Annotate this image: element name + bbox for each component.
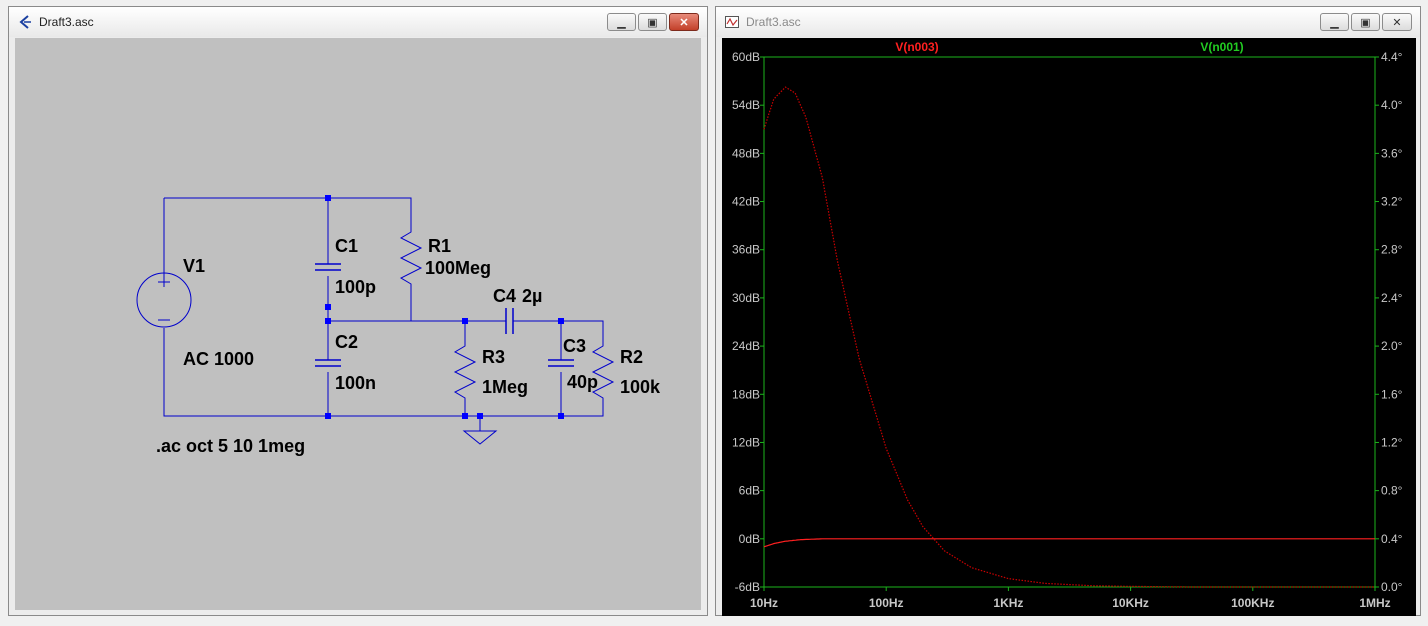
close-icon: ✕ (1392, 16, 1402, 29)
right-tick-label: 2.0° (1381, 339, 1403, 353)
capacitor-c1[interactable] (315, 263, 341, 271)
right-tick-label: 3.2° (1381, 195, 1403, 209)
restore-icon: ▣ (647, 16, 658, 29)
voltage-source-v1[interactable] (136, 272, 192, 328)
c3-name-label: C3 (563, 336, 586, 356)
left-axis-ticks: 60dB 54dB 48dB 42dB 36dB 30dB 24dB 18dB 12dB 6dB 0… (732, 50, 764, 594)
x-tick-label: 1KHz (993, 596, 1023, 610)
capacitor-c2[interactable] (315, 359, 341, 367)
right-tick-label: 0.4° (1381, 532, 1403, 546)
right-tick-label: 2.8° (1381, 243, 1403, 257)
v1-name-label: V1 (183, 256, 205, 276)
capacitor-c4[interactable] (505, 308, 514, 334)
x-tick-label: 1MHz (1359, 596, 1390, 610)
plot-minimize-button[interactable]: ▁ (1320, 13, 1349, 31)
waveform-app-icon (724, 14, 740, 30)
left-tick-label: 30dB (732, 291, 760, 305)
c1-value-label: 100p (335, 277, 376, 297)
c4-value-label: 2µ (522, 286, 542, 306)
ground-symbol[interactable] (462, 430, 498, 445)
plot-traces (763, 86, 1375, 588)
capacitor-c3[interactable] (548, 359, 574, 367)
right-tick-label: 0.8° (1381, 484, 1403, 498)
schematic-titlebar[interactable]: Draft3.asc ▁ ▣ ✕ (9, 7, 707, 37)
r1-value-label: 100Meg (425, 258, 491, 278)
x-tick-label: 10KHz (1112, 596, 1149, 610)
v1-value-label: AC 1000 (183, 349, 254, 369)
right-tick-label: 1.6° (1381, 387, 1403, 401)
ac-directive-label[interactable]: .ac oct 5 10 1meg (156, 436, 305, 456)
trace-v-n001[interactable] (763, 86, 1375, 588)
schematic-app-icon (17, 14, 33, 30)
x-axis-ticks: 10Hz 100Hz 1KHz 10KHz 100KHz 1MHz (750, 587, 1391, 610)
schematic-canvas[interactable]: V1 AC 1000 C1 100p R1 100Meg C2 100n C4 … (15, 38, 701, 610)
right-tick-label: 0.0° (1381, 580, 1403, 594)
r1-name-label: R1 (428, 236, 451, 256)
r2-name-label: R2 (620, 347, 643, 367)
c1-name-label: C1 (335, 236, 358, 256)
close-button[interactable]: ✕ (669, 13, 699, 31)
restore-icon: ▣ (1360, 16, 1371, 29)
x-tick-label: 10Hz (750, 596, 778, 610)
restore-button[interactable]: ▣ (638, 13, 667, 31)
bode-plot[interactable]: 60dB 54dB 48dB 42dB 36dB 30dB 24dB 18dB 12dB 6dB 0… (722, 38, 1416, 616)
minimize-icon: ▁ (1330, 16, 1339, 29)
plot-close-button[interactable]: ✕ (1382, 13, 1412, 31)
right-tick-label: 4.0° (1381, 98, 1403, 112)
x-tick-label: 100Hz (869, 596, 904, 610)
right-tick-label: 3.6° (1381, 146, 1403, 160)
left-tick-label: 42dB (732, 195, 760, 209)
plot-frame (763, 56, 1376, 588)
close-icon: ✕ (679, 16, 689, 29)
left-tick-label: 48dB (732, 146, 760, 160)
schematic-window: Draft3.asc ▁ ▣ ✕ V1 AC 1000 C1 100p R1 1… (8, 6, 708, 616)
left-tick-label: 12dB (732, 435, 760, 449)
plot-titlebar[interactable]: Draft3.asc ▁ ▣ ✕ (716, 7, 1420, 37)
left-tick-label: 60dB (732, 50, 760, 64)
left-tick-label: 18dB (732, 387, 760, 401)
resistor-r1[interactable] (399, 226, 423, 290)
right-tick-label: 2.4° (1381, 291, 1403, 305)
plot-border (763, 56, 1376, 588)
c4-name-label: C4 (493, 286, 516, 306)
left-tick-label: 0dB (739, 532, 760, 546)
right-tick-label: 1.2° (1381, 435, 1403, 449)
r3-name-label: R3 (482, 347, 505, 367)
left-tick-label: 24dB (732, 339, 760, 353)
right-axis-ticks: 4.4° 4.0° 3.6° 3.2° 2.8° 2.4° 2.0° 1.6° 1.2° 0.8°… (1375, 50, 1403, 594)
minimize-icon: ▁ (617, 16, 626, 29)
left-tick-label: -6dB (735, 580, 760, 594)
r3-value-label: 1Meg (482, 377, 528, 397)
left-tick-label: 54dB (732, 98, 760, 112)
schematic-wires (163, 197, 604, 431)
plot-pane[interactable]: 60dB 54dB 48dB 42dB 36dB 30dB 24dB 18dB 12dB 6dB 0… (722, 38, 1416, 616)
c3-value-label: 40p (567, 372, 598, 392)
schematic-window-title: Draft3.asc (39, 15, 94, 29)
minimize-button[interactable]: ▁ (607, 13, 636, 31)
trace-v-n003[interactable] (763, 538, 1375, 548)
r2-value-label: 100k (620, 377, 661, 397)
plot-window-title: Draft3.asc (746, 15, 801, 29)
c2-name-label: C2 (335, 332, 358, 352)
plot-legend[interactable]: V(n003) V(n001) (895, 40, 1243, 54)
left-tick-label: 36dB (732, 243, 760, 257)
legend-v-n001[interactable]: V(n001) (1200, 40, 1243, 54)
c2-value-label: 100n (335, 373, 376, 393)
right-tick-label: 4.4° (1381, 50, 1403, 64)
resistor-r3[interactable] (453, 340, 477, 400)
plot-restore-button[interactable]: ▣ (1351, 13, 1380, 31)
x-tick-label: 100KHz (1231, 596, 1274, 610)
legend-v-n003[interactable]: V(n003) (895, 40, 938, 54)
left-tick-label: 6dB (739, 484, 760, 498)
plot-window: Draft3.asc ▁ ▣ ✕ 60dB 54dB 48dB 42dB 36dB 30d… (715, 6, 1421, 616)
